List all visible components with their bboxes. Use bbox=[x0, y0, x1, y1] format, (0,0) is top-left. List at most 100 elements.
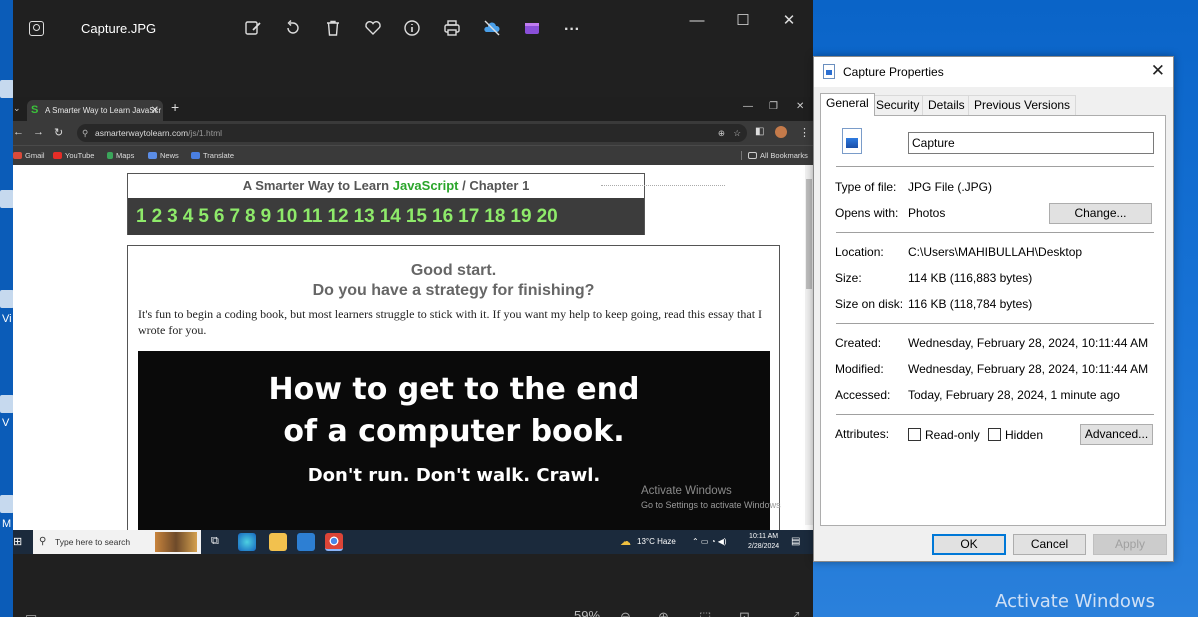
url-field: ⚲ asmarterwaytolearn.com/js/1.html ⊕ ☆ bbox=[77, 124, 747, 142]
tab-search-icon: ⌄ bbox=[13, 103, 21, 113]
delete-icon[interactable] bbox=[322, 19, 344, 41]
chapter-link: 2 bbox=[151, 206, 163, 227]
desktop-icon[interactable] bbox=[0, 290, 14, 308]
banner-line-3: Don't run. Don't walk. Crawl. bbox=[307, 465, 601, 486]
size-on-disk-label: Size on disk: bbox=[835, 297, 904, 311]
location-value: C:\Users\MAHIBULLAH\Desktop bbox=[908, 245, 1083, 259]
checkbox-box[interactable] bbox=[988, 428, 1001, 441]
desktop-icon[interactable] bbox=[0, 395, 14, 413]
fullscreen-icon[interactable]: ⤢ bbox=[789, 609, 799, 617]
desktop-icon[interactable] bbox=[0, 495, 14, 513]
desktop-icon[interactable] bbox=[0, 80, 14, 98]
close-button[interactable]: ✕ bbox=[777, 10, 801, 32]
hidden-checkbox[interactable]: Hidden bbox=[988, 428, 1043, 442]
task-view-icon: ⧉ bbox=[211, 535, 219, 547]
more-icon[interactable]: ··· bbox=[561, 19, 583, 41]
photos-file-name: Capture.JPG bbox=[81, 21, 157, 36]
file-name-field[interactable] bbox=[908, 132, 1154, 154]
print-icon[interactable] bbox=[441, 19, 463, 41]
notification-icon: ▤ bbox=[791, 536, 801, 547]
chapter-link: 10 bbox=[276, 206, 298, 227]
created-value: Wednesday, February 28, 2024, 10:11:44 A… bbox=[908, 336, 1149, 350]
site-favicon-icon: S bbox=[31, 104, 39, 116]
activate-windows-watermark: Activate Windows bbox=[995, 591, 1155, 612]
maximize-button[interactable]: ☐ bbox=[731, 10, 755, 32]
tab-previous-versions[interactable]: Previous Versions bbox=[968, 95, 1077, 115]
bookmark-star-icon: ☆ bbox=[733, 128, 741, 138]
bookmark-maps: Maps bbox=[107, 151, 134, 160]
divider bbox=[836, 166, 1154, 167]
edit-image-icon[interactable] bbox=[242, 19, 264, 41]
zoom-out-icon[interactable]: ⊖ bbox=[620, 609, 631, 617]
change-button[interactable]: Change... bbox=[1049, 203, 1152, 224]
forward-icon: → bbox=[33, 126, 44, 138]
weather-text: 13°C Haze bbox=[637, 537, 676, 546]
opens-with-label: Opens with: bbox=[835, 206, 899, 220]
divider bbox=[836, 323, 1154, 324]
page-scrollbar-thumb bbox=[806, 179, 812, 289]
banner-line-1: How to get to the end bbox=[268, 372, 640, 407]
advanced-button[interactable]: Advanced... bbox=[1080, 424, 1153, 445]
inner-taskbar: ⊞ ⚲ Type here to search ⧉ ☁ 13°C Haze ⌃ … bbox=[13, 530, 813, 554]
new-tab-icon: + bbox=[171, 99, 180, 115]
filmstrip-icon[interactable]: ▭ bbox=[25, 609, 37, 617]
chapter-number-list: 1 2 3 4 5 6 7 8 9 10 11 12 13 14 15 16 17 18 19 20 bbox=[128, 198, 644, 235]
chapter-link: 13 bbox=[353, 206, 375, 227]
reload-icon: ↻ bbox=[54, 127, 64, 139]
browser-address-bar: ← → ↻ ⚲ asmarterwaytolearn.com/js/1.html… bbox=[13, 121, 813, 145]
tab-security[interactable]: Security bbox=[870, 95, 926, 115]
book-title: A Smarter Way to Learn JavaScript / Chap… bbox=[242, 178, 530, 193]
bookmarks-bar: Gmail YouTube Maps News Translate All Bo… bbox=[13, 145, 813, 165]
minimize-button[interactable]: — bbox=[685, 10, 709, 32]
tab-general[interactable]: General bbox=[820, 93, 875, 116]
chapter-link: 9 bbox=[260, 206, 272, 227]
chapter-link: 16 bbox=[432, 206, 454, 227]
chapter-link: 8 bbox=[245, 206, 256, 227]
dialog-close-button[interactable]: ✕ bbox=[1151, 61, 1165, 81]
desktop-icon-label: V bbox=[2, 417, 10, 429]
search-icon: ⚲ bbox=[39, 536, 47, 547]
chapter-header: A Smarter Way to Learn JavaScript / Chap… bbox=[127, 173, 645, 235]
dotted-divider bbox=[601, 185, 725, 186]
chapter-link: 20 bbox=[536, 206, 558, 227]
info-icon[interactable] bbox=[401, 19, 423, 41]
properties-dialog: Capture Properties ✕ General Security De… bbox=[813, 56, 1174, 562]
file-explorer-icon bbox=[269, 533, 287, 551]
chrome-app-icon bbox=[325, 533, 343, 551]
zoom-in-icon[interactable]: ⊕ bbox=[658, 609, 669, 617]
page-scrollbar bbox=[805, 165, 813, 525]
browser-minimize-icon: — bbox=[743, 101, 753, 112]
browser-close-icon: ✕ bbox=[796, 101, 805, 112]
essay-banner-image: How to get to the end of a computer book… bbox=[138, 351, 770, 554]
desktop-icon-label: M bbox=[2, 518, 12, 530]
photos-app-icon bbox=[29, 21, 44, 36]
modified-label: Modified: bbox=[835, 362, 884, 376]
tab-close-icon: ✕ bbox=[150, 105, 159, 116]
chapter-link: 4 bbox=[182, 206, 194, 227]
photos-bottom-bar: ▭ 59% ⊖ ⊕ ⬚ ⊡ ⤢ bbox=[13, 554, 813, 617]
browser-menu-icon: ⋮ bbox=[799, 127, 810, 139]
ok-button[interactable]: OK bbox=[932, 534, 1006, 555]
apply-button[interactable]: Apply bbox=[1093, 534, 1167, 555]
read-only-checkbox[interactable]: Read-only bbox=[908, 428, 980, 442]
fit-to-window-icon[interactable]: ⬚ bbox=[699, 609, 711, 617]
rotate-icon[interactable] bbox=[282, 19, 304, 41]
site-info-icon: ⚲ bbox=[82, 128, 89, 138]
windows-start-icon: ⊞ bbox=[13, 536, 23, 548]
desktop-icon-label: Vi bbox=[2, 313, 12, 325]
onedrive-icon[interactable] bbox=[481, 19, 503, 41]
checkbox-box[interactable] bbox=[908, 428, 921, 441]
chapter-link: 19 bbox=[510, 206, 532, 227]
taskbar-search: ⚲ Type here to search bbox=[33, 530, 201, 554]
tab-details[interactable]: Details bbox=[922, 95, 971, 115]
video-editor-icon[interactable] bbox=[521, 19, 543, 41]
type-value: JPG File (.JPG) bbox=[908, 180, 993, 194]
chapter-link: 11 bbox=[302, 206, 323, 227]
card-paragraph: It's fun to begin a coding book, but mos… bbox=[138, 307, 763, 337]
favorite-icon[interactable] bbox=[362, 19, 384, 41]
desktop-icon[interactable] bbox=[0, 190, 14, 208]
cancel-button[interactable]: Cancel bbox=[1013, 534, 1086, 555]
side-panel-icon: ◧ bbox=[755, 126, 765, 137]
actual-size-icon[interactable]: ⊡ bbox=[739, 609, 750, 617]
chapter-link: 15 bbox=[405, 206, 427, 227]
